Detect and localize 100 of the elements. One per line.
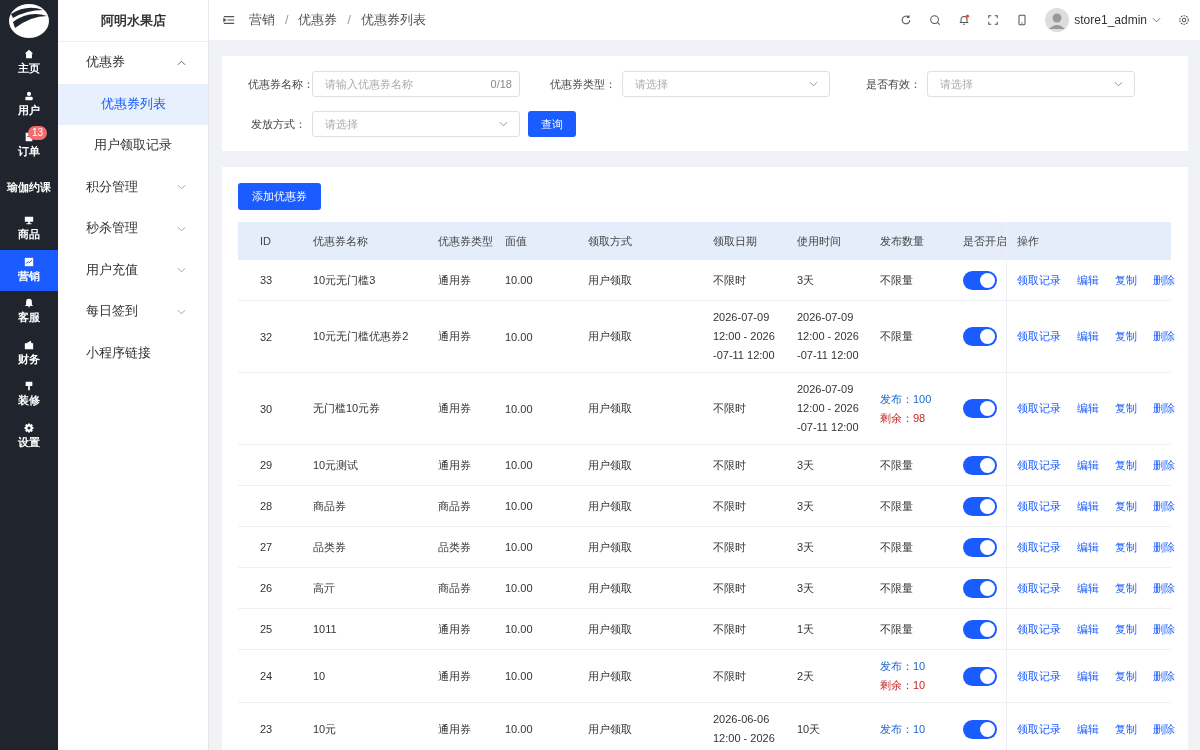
rail-item[interactable]: 订单 13 [0,125,58,167]
cell-text: 2026-07-09 [797,310,855,325]
phone-icon[interactable] [1016,14,1029,26]
table-cell: 26 [238,567,313,609]
action-link[interactable]: 复制 [1115,721,1137,737]
action-link[interactable]: 领取记录 [1017,457,1061,473]
breadcrumb-link[interactable]: 营销 [249,11,275,29]
action-link[interactable]: 编辑 [1077,580,1099,596]
action-link[interactable]: 领取记录 [1017,721,1061,737]
action-link[interactable]: 领取记录 [1017,668,1061,684]
action-link[interactable]: 编辑 [1077,721,1099,737]
add-coupon-button[interactable]: 添加优惠券 [238,183,321,210]
table-cell: 10.00 [505,300,588,373]
action-link[interactable]: 删除 [1153,668,1175,684]
action-link[interactable]: 复制 [1115,621,1137,637]
action-link[interactable]: 删除 [1153,457,1175,473]
action-link[interactable]: 复制 [1115,401,1137,416]
bell-icon[interactable] [958,14,971,26]
toggle-switch[interactable] [963,496,997,516]
action-link[interactable]: 编辑 [1077,539,1099,555]
settings-icon[interactable] [1178,14,1190,26]
action-link[interactable]: 领取记录 [1017,498,1061,514]
sidebar-group[interactable]: 用户充值 [58,249,208,291]
action-link[interactable]: 删除 [1153,621,1175,637]
action-link[interactable]: 编辑 [1077,272,1099,288]
toggle-switch[interactable] [963,578,997,598]
action-link[interactable]: 领取记录 [1017,329,1061,344]
action-link[interactable]: 删除 [1153,498,1175,514]
toggle-switch[interactable] [963,270,997,290]
user-name[interactable]: store1_admin [1074,13,1147,27]
issued-count: 发布：10 [880,721,927,737]
search-icon[interactable] [929,14,942,26]
rail-item[interactable]: 主页 [0,42,58,84]
cell-text: 10天 [797,721,822,737]
action-link[interactable]: 复制 [1115,272,1137,288]
toggle-switch[interactable] [963,719,997,739]
rail-item[interactable]: 财务 [0,332,58,374]
action-link[interactable]: 删除 [1153,580,1175,596]
action-link[interactable]: 删除 [1153,539,1175,555]
menu-icon[interactable] [223,14,235,26]
breadcrumb-link[interactable]: 优惠券列表 [360,11,426,29]
sidebar-group[interactable]: 小程序链接 [58,332,208,374]
toggle-switch[interactable] [963,537,997,557]
rail-item[interactable]: 用户 [0,83,58,125]
action-link[interactable]: 删除 [1153,721,1175,737]
toggle-switch[interactable] [963,327,997,346]
avatar-icon[interactable] [1045,8,1070,32]
action-link[interactable]: 领取记录 [1017,272,1061,288]
action-link[interactable]: 复制 [1115,668,1137,684]
toggle-switch[interactable] [963,455,997,475]
action-link[interactable]: 编辑 [1077,498,1099,514]
action-link[interactable]: 编辑 [1077,329,1099,344]
search-button[interactable]: 查询 [528,111,576,137]
rail-item[interactable]: 设置 [0,415,58,457]
sidebar-item[interactable]: 用户领取记录 [58,125,208,167]
action-link[interactable]: 复制 [1115,329,1137,344]
breadcrumb-link[interactable]: 优惠券 [298,11,338,29]
table-cell: 10.00 [505,567,588,609]
action-link[interactable]: 删除 [1153,401,1175,416]
rail-item[interactable]: 营销 [0,249,58,291]
sidebar-group[interactable]: 积分管理 [58,166,208,208]
select-field[interactable]: 请选择 [312,111,520,137]
action-link[interactable]: 领取记录 [1017,539,1061,555]
action-link[interactable]: 复制 [1115,457,1137,473]
sidebar-group[interactable]: 秒杀管理 [58,208,208,250]
table-cell: 23 [238,702,313,750]
refresh-icon[interactable] [900,14,913,26]
chevron-icon[interactable] [1152,17,1161,23]
toggle-switch[interactable] [963,619,997,639]
action-link[interactable]: 编辑 [1077,457,1099,473]
action-link[interactable]: 编辑 [1077,621,1099,637]
action-link[interactable]: 删除 [1153,329,1175,344]
toggle-switch[interactable] [963,666,997,686]
rail-item[interactable]: 装修 [0,374,58,416]
toggle-switch[interactable] [963,399,997,418]
action-link[interactable]: 领取记录 [1017,580,1061,596]
rail-item[interactable]: 客服 [0,291,58,333]
action-link[interactable]: 复制 [1115,539,1137,555]
action-link[interactable]: 删除 [1153,272,1175,288]
action-link[interactable]: 编辑 [1077,668,1099,684]
remaining-count: 剩余：10 [880,678,927,693]
rail-item[interactable]: 商品 [0,208,58,250]
action-link[interactable]: 编辑 [1077,401,1099,416]
table-cell: 用户领取 [588,608,713,650]
action-link[interactable]: 领取记录 [1017,621,1061,637]
column-header: 领取日期 [713,222,797,260]
select-field[interactable]: 请选择 [622,71,830,97]
select-field[interactable]: 请选择 [927,71,1135,97]
table-cell: 用户领取 [588,485,713,527]
chevron-icon [499,121,508,127]
count-badge: 13 [28,126,48,140]
action-link[interactable]: 领取记录 [1017,401,1061,416]
fullscreen-icon[interactable] [987,14,1000,26]
sidebar-group[interactable]: 每日签到 [58,291,208,333]
user-icon [24,90,34,101]
rail-item[interactable]: 瑜伽约课 [0,166,58,208]
sidebar-item[interactable]: 优惠券列表 [58,83,208,125]
sidebar-group[interactable]: 优惠券 [58,42,208,84]
action-link[interactable]: 复制 [1115,498,1137,514]
action-link[interactable]: 复制 [1115,580,1137,596]
